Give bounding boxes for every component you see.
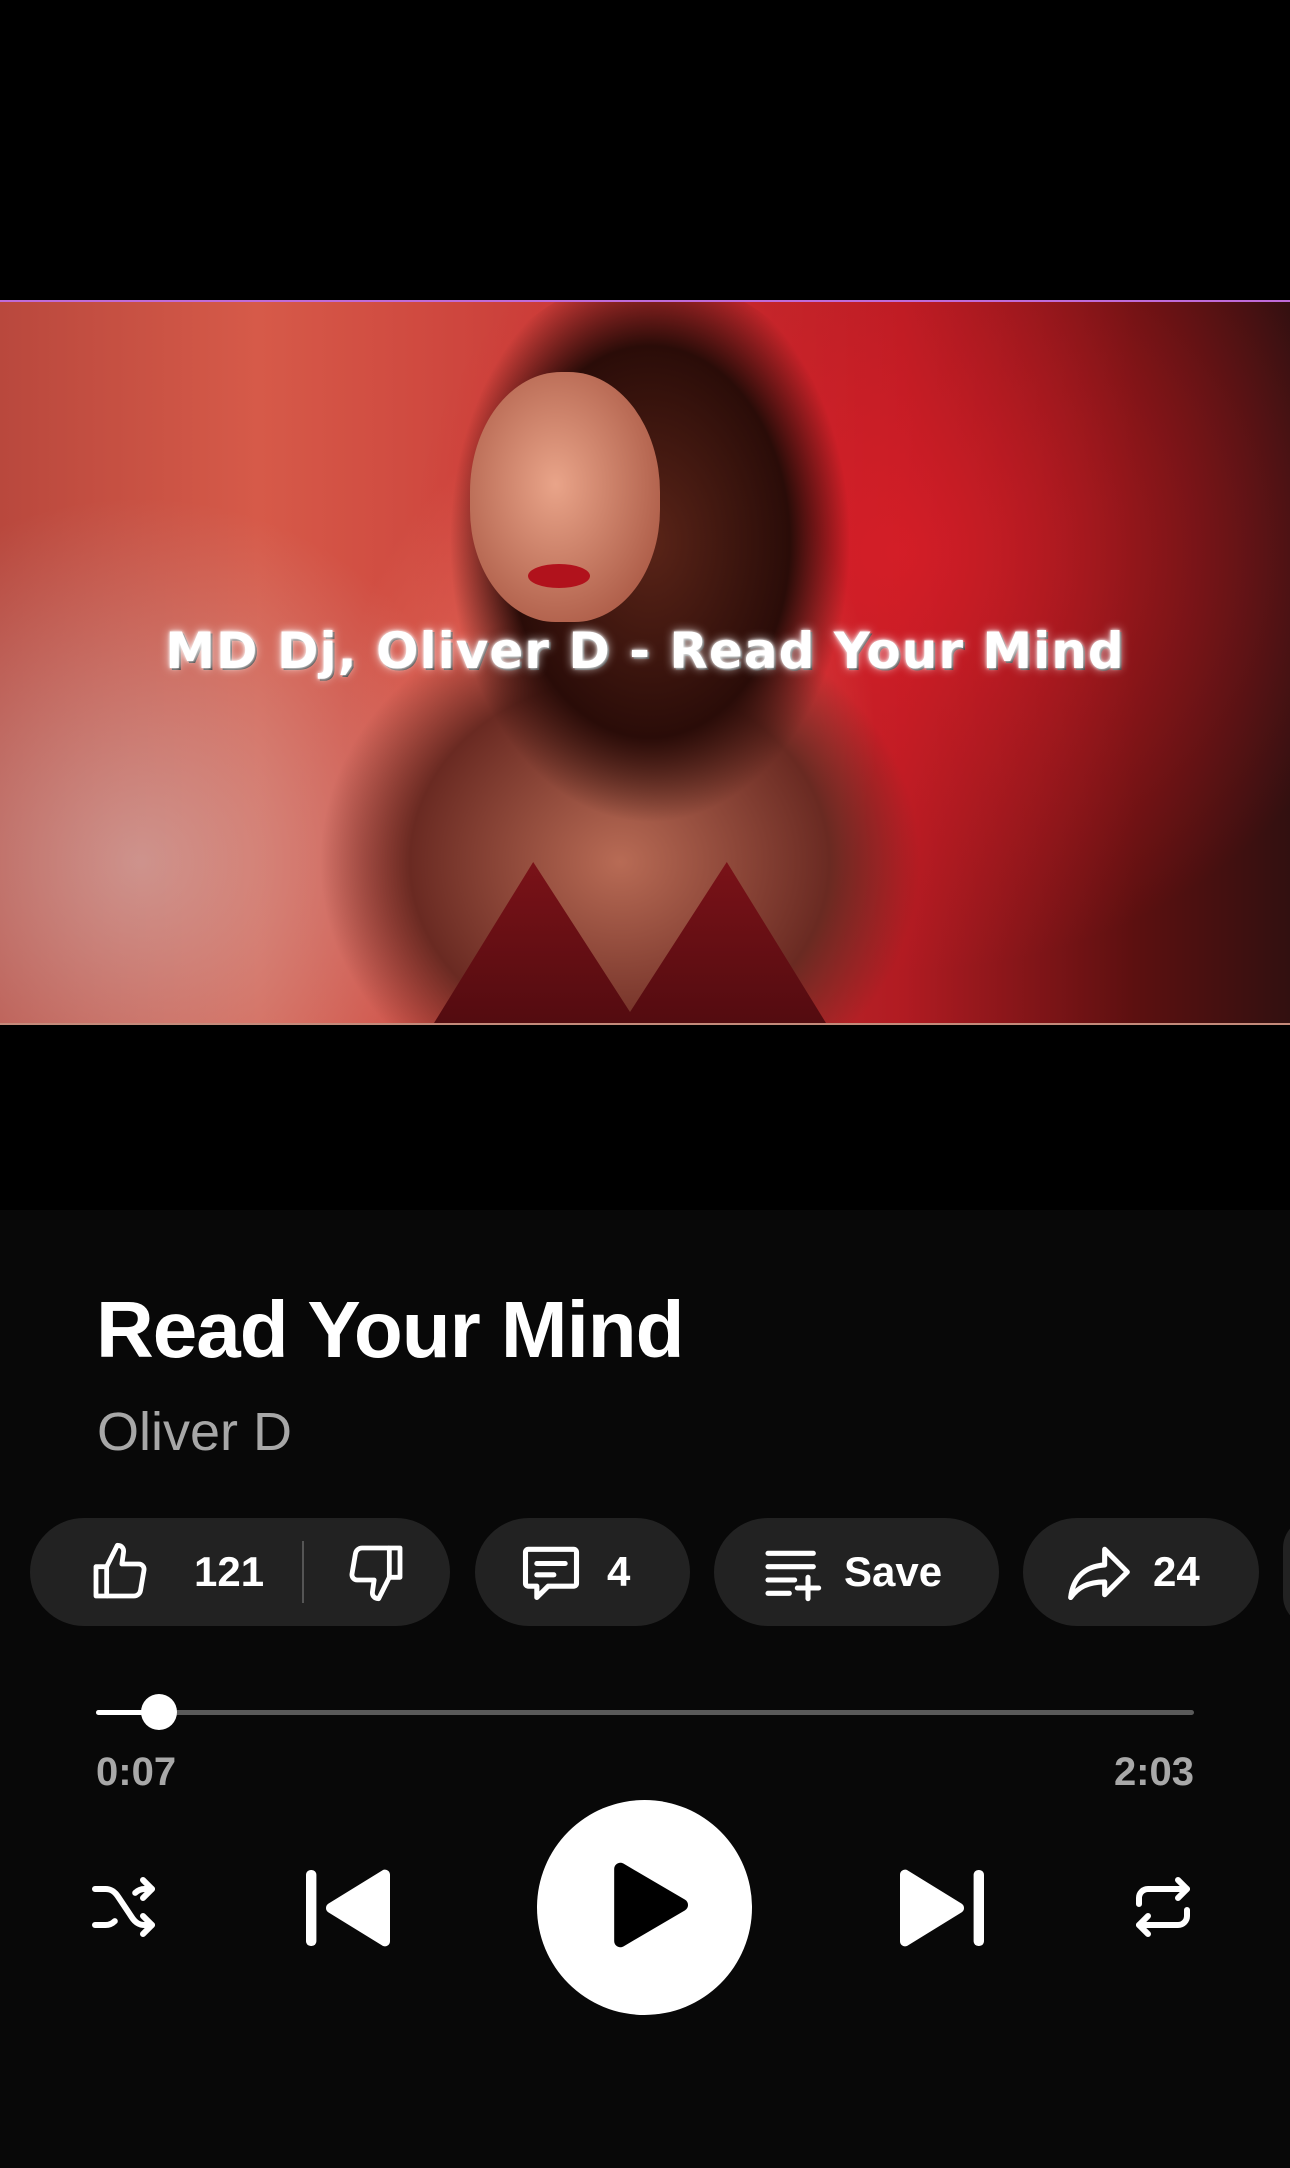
- song-title: Read Your Mind: [96, 1285, 685, 1374]
- thumbs-up-icon[interactable]: [88, 1540, 152, 1604]
- progress-thumb[interactable]: [140, 1694, 177, 1730]
- comment-icon: [517, 1538, 585, 1606]
- artist-name[interactable]: Oliver D: [97, 1405, 292, 1459]
- save-label: Save: [844, 1548, 943, 1595]
- previous-button[interactable]: [300, 1865, 400, 1955]
- like-divider: [302, 1541, 305, 1603]
- repeat-button[interactable]: [1124, 1870, 1202, 1948]
- play-icon: [597, 1860, 693, 1955]
- comments-button[interactable]: 4: [475, 1518, 690, 1626]
- shuffle-button[interactable]: [86, 1870, 164, 1948]
- total-duration: 2:03: [1113, 1750, 1194, 1794]
- progress-bar[interactable]: [96, 1694, 1194, 1730]
- share-count: 24: [1153, 1548, 1200, 1595]
- like-count[interactable]: 121: [194, 1548, 264, 1596]
- artwork-caption: MD Dj, Oliver D - Read Your Mind: [165, 622, 1125, 680]
- like-dislike-pill: 121: [30, 1518, 450, 1626]
- artwork-lips: [528, 564, 590, 588]
- playlist-add-icon: [760, 1540, 824, 1604]
- share-button[interactable]: 24: [1023, 1518, 1259, 1626]
- share-icon: [1065, 1538, 1133, 1606]
- album-artwork[interactable]: MD Dj, Oliver D - Read Your Mind: [0, 300, 1290, 1025]
- shuffle-icon: [89, 1871, 161, 1948]
- skip-previous-icon: [302, 1866, 398, 1955]
- thumbs-down-icon[interactable]: [344, 1540, 408, 1604]
- comment-count: 4: [607, 1548, 631, 1595]
- play-button[interactable]: [537, 1800, 752, 2015]
- repeat-icon: [1127, 1871, 1199, 1948]
- skip-next-icon: [892, 1866, 988, 1955]
- next-button[interactable]: [890, 1865, 990, 1955]
- elapsed-time: 0:07: [96, 1750, 177, 1794]
- save-button[interactable]: Save: [714, 1518, 999, 1626]
- status-area: [0, 0, 1290, 110]
